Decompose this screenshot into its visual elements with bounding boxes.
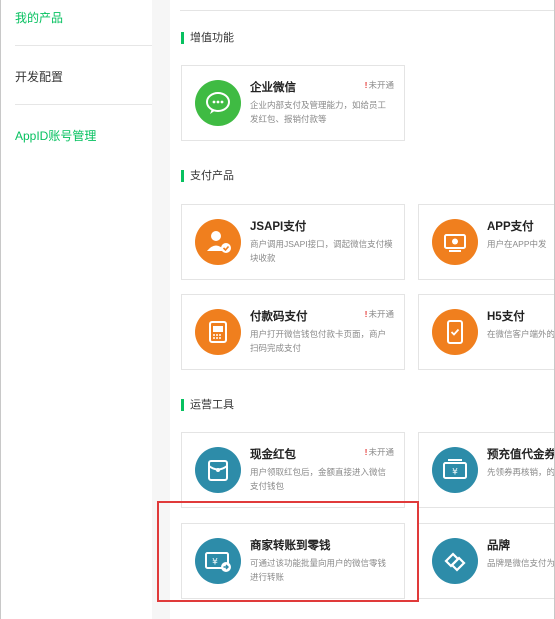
section-title-value-added: 增值功能 (181, 32, 234, 44)
divider (180, 10, 554, 11)
card-desc: 先领券再核销，的营销经费 (487, 467, 554, 477)
card-fukuanma[interactable]: 付款码支付 !未开通 用户打开微信钱包付款卡页面，商户扫码完成支付 (181, 294, 405, 370)
status-badge: !未开通 (364, 447, 394, 457)
section-title-payment: 支付产品 (181, 170, 234, 182)
card-pinpai[interactable]: 品牌 品牌是微信支付为的行业解决方案 (418, 523, 554, 599)
card-name: APP支付 (487, 221, 534, 233)
card-desc: 商户调用JSAPI接口，调起微信支付模块收款 (250, 239, 393, 263)
brand-link-icon (432, 538, 478, 584)
card-hongbao[interactable]: 现金红包 !未开通 用户领取红包后，金额直接进入微信支付钱包 (181, 432, 405, 508)
sidebar-item-appid-management[interactable]: AppID账号管理 (15, 127, 96, 144)
sidebar: 我的产品 开发配置 AppID账号管理 (1, 0, 153, 619)
card-desc: 品牌是微信支付为的行业解决方案 (487, 558, 554, 568)
card-chongzhi[interactable]: ¥ 预充值代金券 先领券再核销，的营销经费 (418, 432, 554, 508)
wechat-chat-icon (195, 80, 241, 126)
card-name: 付款码支付 (250, 311, 308, 323)
user-check-icon (195, 219, 241, 265)
status-badge: !未开通 (364, 309, 394, 319)
card-name: 预充值代金券 (487, 449, 554, 461)
card-desc: 企业内部支付及管理能力，如给员工发红包、报销付款等 (250, 100, 387, 124)
card-app[interactable]: APP支付 用户在APP中发 (418, 204, 554, 280)
card-qiye-weixin[interactable]: 企业微信 !未开通 企业内部支付及管理能力，如给员工发红包、报销付款等 (181, 65, 405, 141)
sidebar-divider (15, 45, 153, 46)
card-desc: 用户领取红包后，金额直接进入微信支付钱包 (250, 467, 387, 491)
card-h5[interactable]: H5支付 在微信客户端外的信支付 (418, 294, 554, 370)
card-name: 现金红包 (250, 449, 296, 461)
card-name: 品牌 (487, 540, 510, 552)
mobile-check-icon (432, 309, 478, 355)
card-name: JSAPI支付 (250, 221, 307, 233)
sidebar-divider (15, 104, 153, 105)
card-name: H5支付 (487, 311, 525, 323)
phone-pay-icon (432, 219, 478, 265)
card-desc: 用户在APP中发 (487, 239, 547, 249)
card-desc: 用户打开微信钱包付款卡页面，商户扫码完成支付 (250, 329, 387, 353)
barcode-scanner-icon (195, 309, 241, 355)
sidebar-item-my-products[interactable]: 我的产品 (15, 9, 63, 26)
coupon-icon: ¥ (432, 447, 478, 493)
card-desc: 在微信客户端外的信支付 (487, 329, 554, 339)
section-title-operations: 运营工具 (181, 399, 234, 411)
red-packet-icon (195, 447, 241, 493)
card-jsapi[interactable]: JSAPI支付 商户调用JSAPI接口，调起微信支付模块收款 (181, 204, 405, 280)
card-name: 企业微信 (250, 82, 296, 94)
status-badge: !未开通 (364, 80, 394, 90)
svg-text:¥: ¥ (452, 468, 458, 478)
highlight-box (157, 501, 419, 602)
sidebar-item-dev-config[interactable]: 开发配置 (15, 68, 63, 85)
